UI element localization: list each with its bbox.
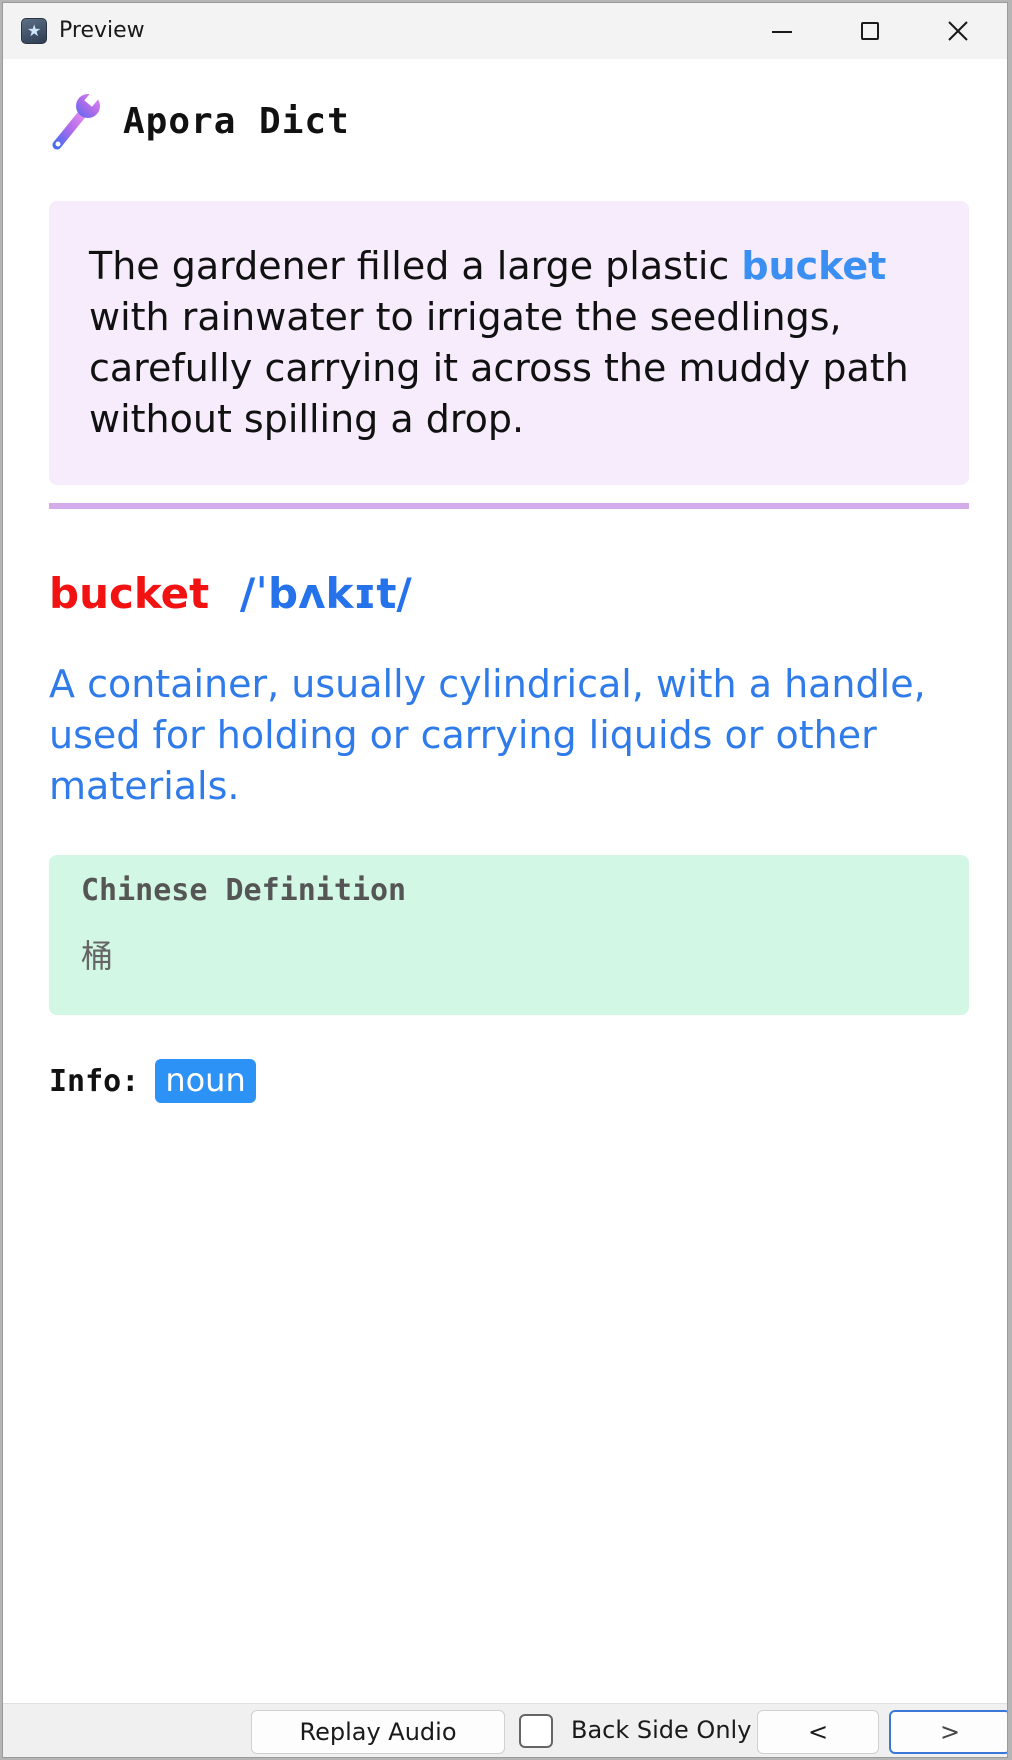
maximize-icon (861, 22, 879, 40)
close-button[interactable] (915, 3, 1003, 59)
brand-name: Apora Dict (123, 100, 350, 142)
back-side-only-checkbox[interactable] (519, 1714, 553, 1748)
wrench-icon (52, 91, 100, 150)
replay-audio-button[interactable]: Replay Audio (251, 1710, 505, 1754)
chinese-definition-value: 桶 (81, 937, 114, 975)
card-content: Apora Dict The gardener filled a large p… (3, 59, 1007, 1703)
info-label: Info: (49, 1063, 140, 1099)
chinese-definition-box: Chinese Definition 桶 (49, 855, 969, 1015)
next-button[interactable]: > (889, 1710, 1007, 1754)
minimize-icon (772, 31, 792, 33)
part-of-speech-badge: noun (155, 1059, 256, 1103)
previous-button[interactable]: < (757, 1710, 879, 1754)
window-title: Preview (59, 18, 145, 43)
preview-window: ★ Preview Apora Dict The gardener filled… (2, 2, 1008, 1758)
bottom-toolbar: Replay Audio Back Side Only < > (3, 1703, 1007, 1757)
brand: Apora Dict (49, 91, 350, 151)
example-highlight-word: bucket (741, 244, 887, 288)
example-text-before: The gardener filled a large plastic (89, 244, 742, 288)
example-sentence: The gardener filled a large plastic buck… (49, 201, 969, 485)
phonetic: /ˈbʌkɪt/ (239, 569, 412, 618)
app-icon: ★ (21, 18, 47, 44)
maximize-button[interactable] (827, 3, 915, 59)
title-bar: ★ Preview (3, 3, 1007, 59)
chinese-definition-title: Chinese Definition (81, 873, 407, 908)
star-icon: ★ (27, 21, 42, 40)
headword: bucket (49, 569, 210, 618)
headword-line: bucket /ˈbʌkɪt/ (49, 569, 412, 618)
minimize-button[interactable] (739, 3, 827, 59)
back-side-only-label[interactable]: Back Side Only (571, 1716, 751, 1744)
section-divider (49, 503, 969, 509)
example-text-after: with rainwater to irrigate the seedlings… (89, 295, 909, 441)
english-definition: A container, usually cylindrical, with a… (49, 662, 926, 808)
info-line: Info: noun (49, 1059, 256, 1103)
close-icon (948, 21, 968, 41)
